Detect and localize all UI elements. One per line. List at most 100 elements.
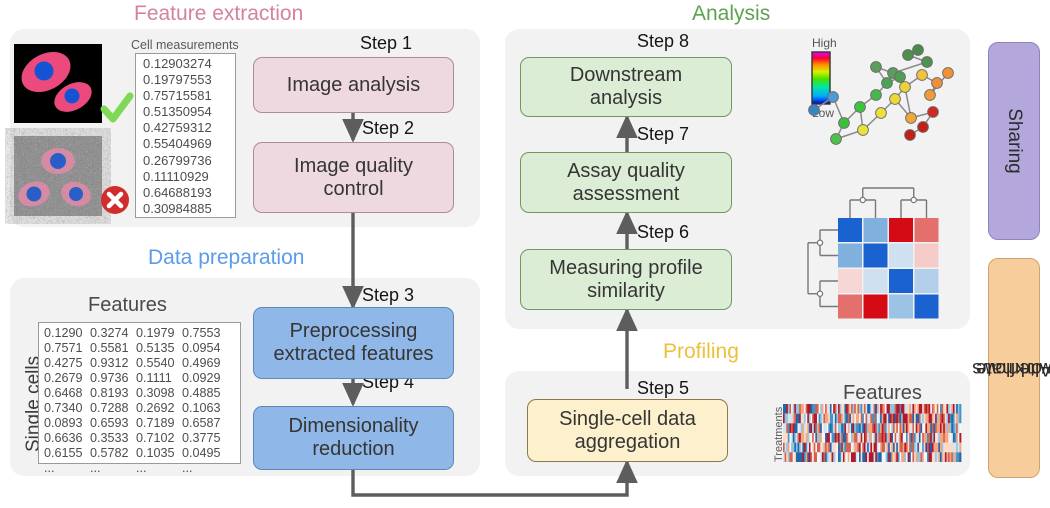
step-label-7: Step 7 bbox=[637, 124, 690, 144]
network-node bbox=[894, 71, 906, 83]
network-node bbox=[875, 107, 887, 119]
step-box-label-line2: control bbox=[323, 177, 384, 200]
matrix-cell: ... bbox=[44, 461, 55, 475]
matrix-cell: 0.9312 bbox=[90, 356, 129, 370]
step-box-label-line2: reduction bbox=[312, 438, 395, 460]
step-box-label-line2: similarity bbox=[587, 279, 665, 302]
profiling-heatmap-cell bbox=[959, 423, 962, 433]
step-box-label-line2: aggregation bbox=[574, 430, 681, 453]
matrix-cell: ... bbox=[90, 461, 101, 475]
matrix-row: 0.7571 0.5581 0.5135 0.0954 bbox=[44, 341, 228, 356]
features-title-data-prep: Features bbox=[88, 294, 167, 316]
profiling-heatmap-cell bbox=[959, 452, 962, 462]
matrix-row: 0.4275 0.9312 0.5540 0.4969 bbox=[44, 356, 228, 371]
matrix-row: ............ bbox=[44, 461, 228, 476]
matrix-cell: 0.4885 bbox=[182, 386, 221, 400]
matrix-cell: 0.8193 bbox=[90, 386, 129, 400]
network-node bbox=[942, 67, 954, 79]
matrix-cell: ... bbox=[182, 461, 193, 475]
features-title-profiling: Features bbox=[843, 382, 922, 404]
step-box-label-line1: Downstream bbox=[569, 64, 683, 86]
network-node bbox=[830, 133, 842, 145]
cell-measurements-title: Cell measurements bbox=[131, 38, 239, 52]
matrix-row: 0.2679 0.9736 0.1111 0.0929 bbox=[44, 371, 228, 386]
network-node bbox=[870, 61, 882, 73]
matrix-cell: 0.7571 bbox=[44, 341, 83, 355]
step-box-downstream-analysis[interactable]: Downstream analysis bbox=[520, 57, 732, 117]
matrix-cell: 0.3533 bbox=[90, 431, 129, 445]
sidebar-card-sharing[interactable]: Sharing bbox=[988, 42, 1040, 240]
heatmap-cell bbox=[863, 218, 888, 242]
step-box-image-quality-control[interactable]: Image quality control bbox=[253, 142, 454, 213]
matrix-cell: 0.6587 bbox=[182, 416, 221, 430]
network-node bbox=[904, 129, 916, 141]
step-label-2: Step 2 bbox=[362, 118, 415, 138]
step-box-label-line2: analysis bbox=[589, 87, 663, 109]
matrix-cell: 0.2679 bbox=[44, 371, 83, 385]
matrix-cell: 0.0495 bbox=[182, 446, 221, 460]
matrix-row: 0.0893 0.6593 0.7189 0.6587 bbox=[44, 416, 228, 431]
step-box-label-line2: extracted features bbox=[273, 343, 434, 365]
step-box-image-analysis[interactable]: Image analysis bbox=[253, 57, 454, 113]
network-node bbox=[854, 101, 866, 113]
step-box-label-line1: Assay quality bbox=[567, 159, 685, 182]
matrix-row: 0.1290 0.3274 0.1979 0.7553 bbox=[44, 326, 228, 341]
matrix-cell: 0.1035 bbox=[136, 446, 175, 460]
matrix-cell: 0.5540 bbox=[136, 356, 175, 370]
sidebar-card-alternate-workflows[interactable]: Alternate workflows bbox=[972, 258, 1050, 478]
step-box-label-line1: Preprocessing bbox=[289, 320, 418, 342]
network-node bbox=[924, 89, 936, 101]
step-box-label-line1: Single-cell data bbox=[559, 407, 696, 430]
matrix-row: 0.6636 0.3533 0.7102 0.3775 bbox=[44, 431, 228, 446]
matrix-row: 0.6468 0.8193 0.3098 0.4885 bbox=[44, 386, 228, 401]
heatmap-cell bbox=[838, 269, 862, 293]
matrix-cell: 0.9736 bbox=[90, 371, 129, 385]
network-node bbox=[827, 91, 839, 103]
matrix-cell: 0.4275 bbox=[44, 356, 83, 370]
matrix-cell: 0.1979 bbox=[136, 326, 175, 340]
dendrogram-node bbox=[816, 239, 824, 247]
matrix-row: 0.7340 0.7288 0.2692 0.1063 bbox=[44, 401, 228, 416]
heatmap-cell bbox=[838, 294, 862, 319]
network-node bbox=[912, 44, 924, 56]
features-matrix: 0.1290 0.3274 0.1979 0.7553 0.7571 0.5581 0.51… bbox=[44, 326, 228, 476]
cell-image-good bbox=[14, 44, 102, 123]
network-node bbox=[931, 77, 943, 89]
network-graph bbox=[808, 44, 954, 145]
matrix-cell: 0.7102 bbox=[136, 431, 175, 445]
clustered-heatmap bbox=[807, 187, 939, 319]
heatmap-cell bbox=[914, 243, 939, 268]
network-node bbox=[881, 77, 893, 89]
step-label-5: Step 5 bbox=[637, 378, 690, 398]
network-node bbox=[917, 121, 929, 133]
sidebar-card-label: Sharing bbox=[1003, 108, 1025, 174]
step-box-preprocessing[interactable]: Preprocessing extracted features bbox=[253, 307, 454, 379]
heatmap-cell bbox=[889, 243, 913, 268]
matrix-cell: 0.5135 bbox=[136, 341, 175, 355]
heatmap-cell bbox=[838, 243, 862, 268]
matrix-cell: 0.6593 bbox=[90, 416, 129, 430]
step-box-single-cell-aggregation[interactable]: Single-cell data aggregation bbox=[527, 399, 728, 462]
matrix-cell: 0.5581 bbox=[90, 341, 129, 355]
step-box-assay-quality-assessment[interactable]: Assay quality assessment bbox=[520, 152, 732, 213]
step-box-label-line1: Image quality bbox=[294, 154, 413, 177]
profiling-heatmap-cell bbox=[959, 404, 962, 414]
step-box-label-line1: Dimensionality bbox=[288, 415, 419, 437]
heatmap-cell bbox=[863, 243, 888, 268]
heatmap-cell bbox=[863, 294, 888, 319]
heatmap-cell bbox=[889, 269, 913, 293]
step-box-dimensionality-reduction[interactable]: Dimensionality reduction bbox=[253, 406, 454, 470]
cell-measurements-list: 0.12903274 0.19797553 0.75715581 0.51350… bbox=[143, 56, 212, 216]
matrix-cell: 0.6636 bbox=[44, 431, 83, 445]
step-box-label-line2: assessment bbox=[572, 182, 680, 205]
matrix-cell: 0.6468 bbox=[44, 386, 83, 400]
step-box-measuring-profile-similarity[interactable]: Measuring profile similarity bbox=[520, 249, 732, 310]
network-node bbox=[889, 93, 901, 105]
network-node bbox=[927, 106, 939, 118]
network-node bbox=[870, 89, 882, 101]
cell-image-bad bbox=[14, 136, 102, 216]
matrix-cell: 0.4969 bbox=[182, 356, 221, 370]
matrix-cell: 0.0954 bbox=[182, 341, 221, 355]
heatmap-cell bbox=[914, 294, 939, 319]
network-node bbox=[899, 81, 911, 93]
